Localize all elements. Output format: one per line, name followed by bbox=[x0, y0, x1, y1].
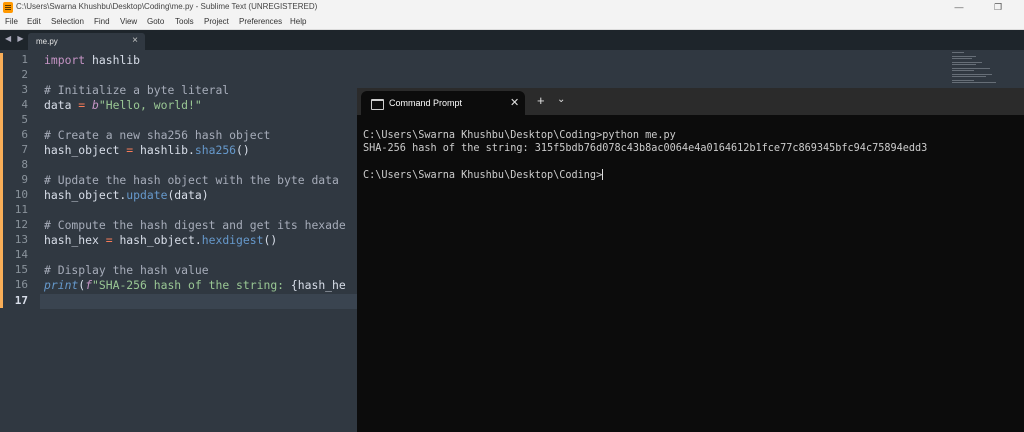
command-prompt-icon bbox=[371, 99, 384, 110]
close-icon[interactable]: ✕ bbox=[510, 96, 519, 109]
module-ref: hashlib. bbox=[133, 143, 195, 157]
call-parens: () bbox=[263, 233, 278, 247]
minimap-line bbox=[952, 68, 990, 69]
terminal-line: C:\Users\Swarna Khushbu\Desktop\Coding>p… bbox=[363, 130, 676, 141]
line-number: 9 bbox=[21, 173, 28, 186]
line-number: 2 bbox=[21, 68, 28, 81]
close-icon[interactable]: × bbox=[132, 35, 138, 46]
function-call: sha256 bbox=[194, 143, 237, 157]
minimap-line bbox=[952, 52, 964, 53]
variable: data bbox=[44, 98, 79, 112]
builtin-print: print bbox=[44, 278, 79, 292]
sublime-text-icon bbox=[3, 2, 13, 13]
code-line-16[interactable]: print(f"SHA-256 hash of the string: {has… bbox=[44, 278, 346, 292]
call-args: (data) bbox=[167, 188, 209, 202]
window-title: C:\Users\Swarna Khushbu\Desktop\Coding\m… bbox=[16, 2, 318, 11]
menu-goto[interactable]: Goto bbox=[147, 17, 164, 26]
fstring-expression: {hash_he bbox=[290, 278, 346, 292]
menu-project[interactable]: Project bbox=[204, 17, 229, 26]
menu-preferences[interactable]: Preferences bbox=[239, 17, 282, 26]
code-line-13[interactable]: hash_hex = hash_object.hexdigest() bbox=[44, 233, 277, 247]
tab-nav-arrows[interactable]: ◀ ▶ bbox=[5, 34, 26, 43]
line-number: 3 bbox=[21, 83, 28, 96]
variable: hash_hex bbox=[44, 233, 106, 247]
line-number: 11 bbox=[14, 203, 28, 216]
menu-find[interactable]: Find bbox=[94, 17, 110, 26]
code-line-15[interactable]: # Display the hash value bbox=[44, 263, 209, 277]
minimap-line bbox=[952, 62, 982, 63]
tab-command-prompt[interactable]: Command Prompt ✕ bbox=[361, 91, 525, 115]
menu-file[interactable]: File bbox=[5, 17, 18, 26]
code-line-4[interactable]: data = b"Hello, world!" bbox=[44, 98, 202, 112]
code-line-6[interactable]: # Create a new sha256 hash object bbox=[44, 128, 270, 142]
minimap-line bbox=[952, 58, 972, 59]
tab-bar: ◀ ▶ me.py × bbox=[0, 30, 1024, 50]
line-number: 7 bbox=[21, 143, 28, 156]
text-cursor bbox=[602, 169, 604, 180]
object-ref: hash_object. bbox=[44, 188, 127, 202]
line-number: 5 bbox=[21, 113, 28, 126]
line-number: 12 bbox=[14, 218, 28, 231]
menu-view[interactable]: View bbox=[120, 17, 137, 26]
chevron-down-icon[interactable]: ⌄ bbox=[557, 94, 565, 105]
line-number: 13 bbox=[14, 233, 28, 246]
minimap-line bbox=[952, 56, 976, 57]
line-number: 1 bbox=[21, 53, 28, 66]
minimap-line bbox=[952, 76, 986, 77]
terminal-tab-bar: Command Prompt ✕ + ⌄ bbox=[357, 88, 1024, 115]
minimap[interactable] bbox=[952, 52, 1012, 88]
prompt-text: C:\Users\Swarna Khushbu\Desktop\Coding> bbox=[363, 170, 603, 181]
tab-me-py[interactable]: me.py × bbox=[28, 33, 145, 50]
command-prompt-window[interactable]: Command Prompt ✕ + ⌄ C:\Users\Swarna Khu… bbox=[357, 88, 1024, 432]
terminal-prompt[interactable]: C:\Users\Swarna Khushbu\Desktop\Coding> bbox=[363, 169, 604, 181]
code-line-7[interactable]: hash_object = hashlib.sha256() bbox=[44, 143, 250, 157]
minimap-line bbox=[952, 82, 996, 83]
minimap-line bbox=[952, 80, 974, 81]
minimap-line bbox=[952, 74, 992, 75]
tab-label: me.py bbox=[36, 37, 58, 46]
code-line-1[interactable]: import hashlib bbox=[44, 53, 140, 67]
menu-bar: File Edit Selection Find View Goto Tools… bbox=[0, 15, 1024, 30]
line-number: 16 bbox=[14, 278, 28, 291]
line-number: 4 bbox=[21, 98, 28, 111]
minimap-line bbox=[952, 70, 974, 71]
code-line-10[interactable]: hash_object.update(data) bbox=[44, 188, 209, 202]
line-number: 6 bbox=[21, 128, 28, 141]
line-number: 8 bbox=[21, 158, 28, 171]
line-number: 10 bbox=[14, 188, 28, 201]
line-number: 14 bbox=[14, 248, 28, 261]
module-name: hashlib bbox=[85, 53, 141, 67]
operator: = bbox=[105, 233, 113, 247]
string-literal: "SHA-256 hash of the string: bbox=[92, 278, 291, 292]
code-line-3[interactable]: # Initialize a byte literal bbox=[44, 83, 229, 97]
title-bar: C:\Users\Swarna Khushbu\Desktop\Coding\m… bbox=[0, 0, 1024, 15]
call-parens: () bbox=[236, 143, 250, 157]
plus-icon[interactable]: + bbox=[537, 93, 545, 108]
current-line-highlight bbox=[0, 294, 357, 309]
function-call: hexdigest bbox=[201, 233, 264, 247]
restore-icon[interactable]: ❐ bbox=[989, 1, 1007, 14]
object-ref: hash_object. bbox=[112, 233, 202, 247]
menu-tools[interactable]: Tools bbox=[175, 17, 194, 26]
function-call: update bbox=[126, 188, 168, 202]
fstring-prefix: f bbox=[85, 278, 93, 292]
minimize-icon[interactable]: — bbox=[950, 1, 968, 14]
byte-prefix: b bbox=[85, 98, 99, 112]
code-line-12[interactable]: # Compute the hash digest and get its he… bbox=[44, 218, 346, 232]
menu-help[interactable]: Help bbox=[290, 17, 306, 26]
keyword-import: import bbox=[44, 53, 86, 67]
code-line-9[interactable]: # Update the hash object with the byte d… bbox=[44, 173, 339, 187]
menu-selection[interactable]: Selection bbox=[51, 17, 84, 26]
minimap-line bbox=[952, 64, 976, 65]
line-number: 15 bbox=[14, 263, 28, 276]
variable: hash_object bbox=[44, 143, 127, 157]
menu-edit[interactable]: Edit bbox=[27, 17, 41, 26]
line-number-active: 17 bbox=[14, 294, 28, 307]
terminal-output: SHA-256 hash of the string: 315f5bdb76d0… bbox=[363, 143, 928, 154]
string-literal: "Hello, world!" bbox=[98, 98, 202, 112]
terminal-tab-label: Command Prompt bbox=[389, 98, 463, 108]
